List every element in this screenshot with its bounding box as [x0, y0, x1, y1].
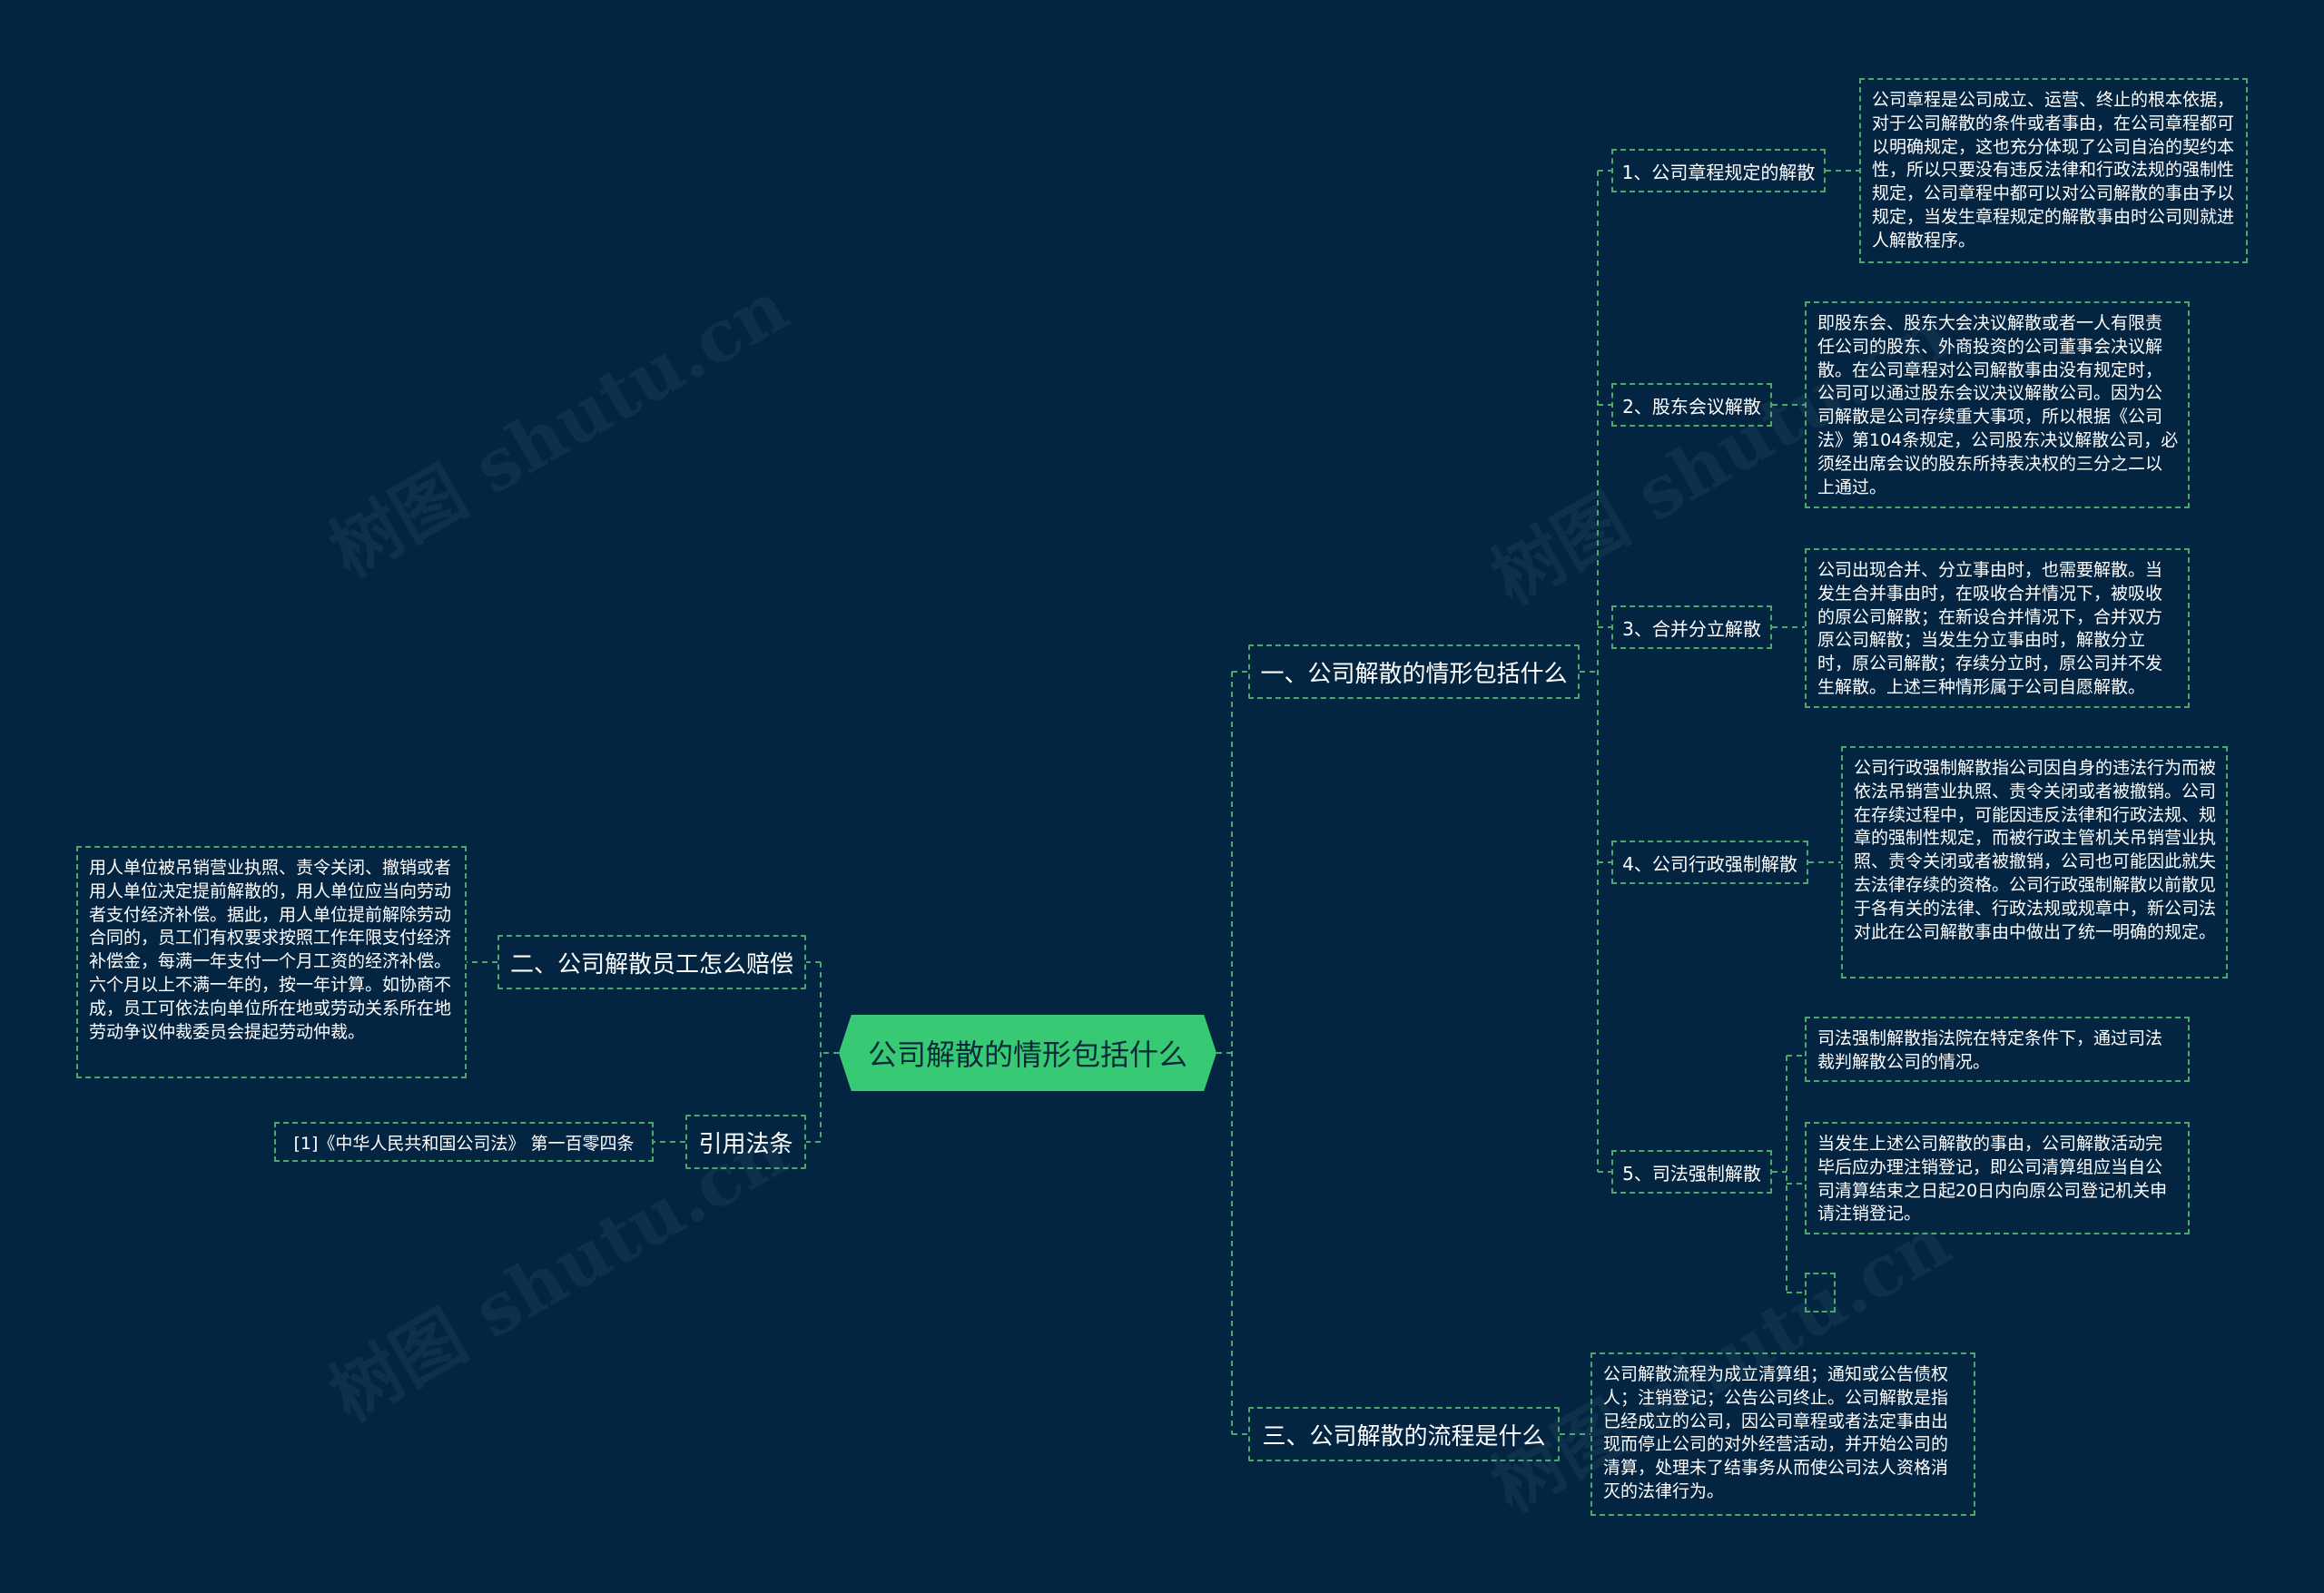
detail-text: 用人单位被吊销营业执照、责令关闭、撤销或者用人单位决定提前解散的，用人单位应当向… [89, 858, 452, 1042]
watermark-1: 树图 shutu.cn [316, 265, 802, 594]
detail-judicial-dissolution-1: 司法强制解散指法院在特定条件下，通过司法裁判解散公司的情况。 [1805, 1017, 2190, 1082]
item-merger-dissolution[interactable]: 3、合并分立解散 [1611, 605, 1772, 649]
detail-text: 当发生上述公司解散的事由，公司解散活动完毕后应办理注销登记，即公司清算组应当自公… [1817, 1134, 2168, 1224]
detail-text: 公司解散流程为成立清算组；通知或公告债权人；注销登记；公告公司终止。公司解散是指… [1603, 1364, 1949, 1501]
detail-judicial-dissolution-2: 当发生上述公司解散的事由，公司解散活动完毕后应办理注销登记，即公司清算组应当自公… [1805, 1122, 2190, 1234]
detail-text: 公司出现合并、分立事由时，也需要解散。当发生合并事由时，在吸收合并情况下，被吸收… [1817, 560, 2163, 697]
branch-cited-law[interactable]: 引用法条 [685, 1115, 806, 1169]
detail-text: 公司章程是公司成立、运营、终止的根本依据，对于公司解散的条件或者事由，在公司章程… [1872, 90, 2235, 251]
branch-situations[interactable]: 一、公司解散的情形包括什么 [1248, 644, 1580, 699]
detail-dissolution-process: 公司解散流程为成立清算组；通知或公告债权人；注销登记；公告公司终止。公司解散是指… [1590, 1352, 1975, 1516]
item-shareholder-dissolution[interactable]: 2、股东会议解散 [1611, 383, 1772, 427]
detail-text: 司法强制解散指法院在特定条件下，通过司法裁判解散公司的情况。 [1817, 1028, 2163, 1072]
item-charter-dissolution[interactable]: 1、公司章程规定的解散 [1611, 149, 1826, 192]
detail-administrative-dissolution: 公司行政强制解散指公司因自身的违法行为而被依法吊销营业执照、责令关闭或者被撤销。… [1841, 746, 2228, 978]
item-judicial-dissolution[interactable]: 5、司法强制解散 [1611, 1150, 1772, 1194]
item-administrative-dissolution[interactable]: 4、公司行政强制解散 [1611, 841, 1808, 884]
detail-employee-compensation: 用人单位被吊销营业执照、责令关闭、撤销或者用人单位决定提前解散的，用人单位应当向… [76, 846, 467, 1078]
detail-shareholder-dissolution: 即股东会、股东大会决议解散或者一人有限责任公司的股东、外商投资的公司董事会决议解… [1805, 301, 2190, 508]
detail-judicial-dissolution-empty [1805, 1273, 1836, 1313]
detail-text: 公司行政强制解散指公司因自身的违法行为而被依法吊销营业执照、责令关闭或者被撤销。… [1854, 758, 2217, 942]
detail-merger-dissolution: 公司出现合并、分立事由时，也需要解散。当发生合并事由时，在吸收合并情况下，被吸收… [1805, 548, 2190, 708]
root-topic[interactable]: 公司解散的情形包括什么 [839, 1015, 1216, 1091]
detail-text: 即股东会、股东大会决议解散或者一人有限责任公司的股东、外商投资的公司董事会决议解… [1817, 313, 2179, 497]
detail-charter-dissolution: 公司章程是公司成立、运营、终止的根本依据，对于公司解散的条件或者事由，在公司章程… [1859, 78, 2248, 263]
branch-dissolution-process[interactable]: 三、公司解散的流程是什么 [1248, 1407, 1560, 1461]
branch-employee-compensation[interactable]: 二、公司解散员工怎么赔偿 [497, 935, 806, 989]
detail-cited-law: [1]《中华人民共和国公司法》 第一百零四条 [274, 1122, 654, 1162]
mindmap-canvas: 树图 shutu.cn 树图 shutu.cn 树图 shutu.cn 树图 s… [0, 0, 2324, 1593]
